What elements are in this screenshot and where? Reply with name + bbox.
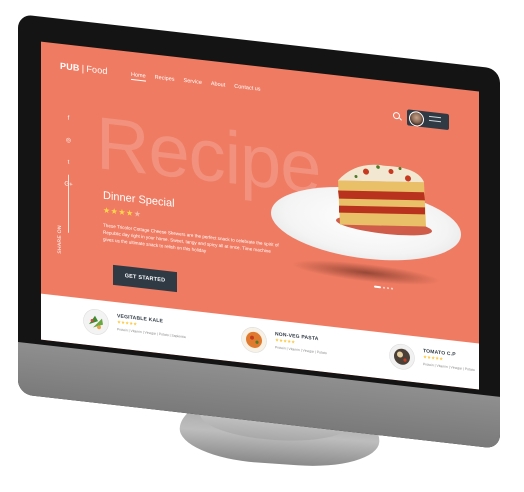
lasagna-image bbox=[336, 164, 432, 236]
carousel-dot[interactable] bbox=[391, 287, 393, 290]
card-rating: ★★★★★ bbox=[117, 319, 138, 327]
card-meta: Protein | Vitamin | Vinegar | Potato bbox=[275, 345, 327, 356]
brand-logo[interactable]: PUB | Food bbox=[60, 61, 108, 76]
brand-part1: PUB bbox=[60, 60, 80, 74]
user-info-lines bbox=[429, 115, 441, 125]
brand-separator: | bbox=[81, 63, 85, 74]
facebook-icon[interactable]: f bbox=[64, 114, 73, 124]
hero-rating: ★★★★★ bbox=[103, 206, 141, 219]
card-meta: Protein | Vitamin | Vinegar | Potato bbox=[423, 362, 475, 373]
share-label: SHARE ON bbox=[57, 224, 63, 255]
nav-home[interactable]: Home bbox=[131, 71, 146, 82]
user-menu[interactable] bbox=[407, 109, 449, 131]
carousel-dot[interactable] bbox=[383, 286, 385, 289]
nav-about[interactable]: About bbox=[211, 81, 225, 91]
get-started-button[interactable]: GET STARTED bbox=[113, 264, 177, 293]
nav-contact[interactable]: Contact us bbox=[234, 84, 260, 95]
star-icon: ★ bbox=[126, 208, 134, 219]
avatar[interactable] bbox=[409, 110, 424, 128]
carousel-dot[interactable] bbox=[387, 287, 389, 290]
card-rating: ★★★★★ bbox=[423, 354, 444, 362]
hero-description: These Tricolor Cottage Cheese Skewers ar… bbox=[103, 222, 279, 254]
plate-shadow bbox=[291, 255, 441, 291]
nav-service[interactable]: Service bbox=[184, 78, 202, 88]
nav-recipes[interactable]: Recipes bbox=[155, 75, 175, 85]
kale-thumbnail bbox=[83, 309, 109, 335]
star-empty-icon: ★ bbox=[133, 209, 142, 220]
main-nav: Home Recipes Service About Contact us bbox=[131, 71, 261, 95]
card-rating: ★★★★★ bbox=[275, 337, 296, 345]
instagram-icon[interactable]: ◎ bbox=[64, 136, 73, 146]
monitor: PUB | Food Home Recipes Service About Cont… bbox=[18, 14, 500, 449]
search-icon[interactable] bbox=[393, 111, 400, 120]
star-icon: ★ bbox=[103, 205, 111, 216]
star-icon: ★ bbox=[118, 207, 127, 218]
screen: PUB | Food Home Recipes Service About Cont… bbox=[41, 41, 479, 390]
card-meta: Protein | Vitamin | Vinegar | Potato | S… bbox=[117, 327, 186, 340]
brand-part2: Food bbox=[86, 63, 108, 77]
twitter-icon[interactable]: t bbox=[64, 158, 73, 168]
tomato-thumbnail bbox=[389, 343, 415, 370]
pasta-thumbnail bbox=[241, 327, 267, 353]
share-divider bbox=[68, 174, 69, 233]
carousel-dots bbox=[374, 285, 393, 290]
carousel-dot-active[interactable] bbox=[374, 285, 381, 289]
